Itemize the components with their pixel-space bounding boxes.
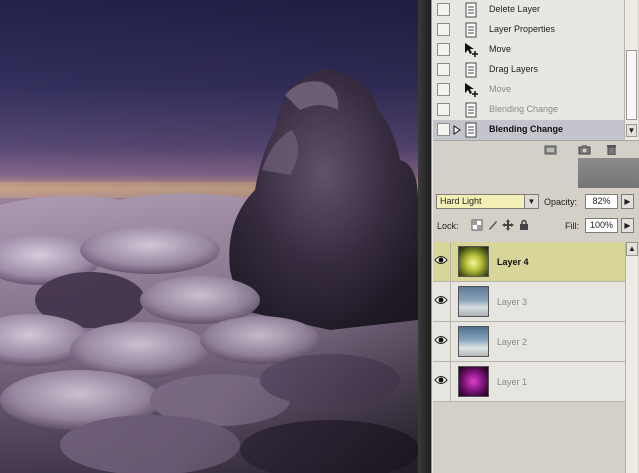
history-item-layer-properties[interactable]: Layer Properties <box>431 20 624 41</box>
layer-thumbnail <box>458 366 489 397</box>
layer-name: Layer 2 <box>497 337 528 347</box>
layer-thumbnail <box>458 246 489 277</box>
history-item-label: Blending Change <box>489 124 563 134</box>
eye-icon <box>434 336 448 344</box>
lock-transparency-icon[interactable] <box>471 219 483 231</box>
opacity-value: 82% <box>592 196 611 206</box>
history-snapshot-checkbox[interactable] <box>437 83 450 96</box>
fill-input[interactable]: 100% <box>585 218 618 233</box>
canvas-edge <box>418 0 431 473</box>
history-scrollbar[interactable]: ▼ <box>624 0 638 140</box>
history-item-drag-layers[interactable]: Drag Layers <box>431 60 624 81</box>
history-item-blending-change[interactable]: Blending Change <box>431 100 624 121</box>
document-icon <box>465 22 477 38</box>
lock-label: Lock: <box>437 221 459 231</box>
history-item-move[interactable]: Move <box>431 40 624 61</box>
history-panel: Delete Layer Layer Properties Move Drag … <box>431 0 639 141</box>
visibility-toggle[interactable] <box>431 322 451 361</box>
layer-row-layer-2[interactable]: Layer 2 <box>431 322 625 362</box>
blend-row: Hard Light ▼ Opacity: 82% ▶ <box>431 190 639 212</box>
layer-row-layer-3[interactable]: Layer 3 <box>431 282 625 322</box>
lock-position-icon[interactable] <box>502 219 514 231</box>
layer-name: Layer 1 <box>497 377 528 387</box>
history-snapshot-checkbox[interactable] <box>437 43 450 56</box>
layer-name: Layer 4 <box>497 257 529 267</box>
history-state-marker-icon <box>453 125 461 135</box>
history-snapshot-checkbox[interactable] <box>437 63 450 76</box>
layer-thumbnail <box>458 286 489 317</box>
opacity-input[interactable]: 82% <box>585 194 618 209</box>
history-item-label: Move <box>489 44 512 54</box>
document-icon <box>465 102 477 118</box>
document-icon <box>465 62 477 78</box>
fill-label: Fill: <box>565 221 579 231</box>
panel-separator-dark <box>578 158 639 188</box>
camera-icon[interactable] <box>578 144 591 155</box>
history-footer <box>431 140 639 159</box>
new-snapshot-icon[interactable] <box>544 144 557 155</box>
eye-icon <box>434 376 448 384</box>
history-item-delete-layer[interactable]: Delete Layer <box>431 0 624 21</box>
document-icon <box>465 2 477 18</box>
move-tool-icon <box>465 43 478 57</box>
layer-row-layer-1[interactable]: Layer 1 <box>431 362 625 402</box>
document-icon <box>465 122 477 138</box>
layers-panel: Hard Light ▼ Opacity: 82% ▶ Lock: Fill: … <box>431 188 639 473</box>
opacity-label: Opacity: <box>544 197 578 207</box>
fill-slider-arrow-icon[interactable]: ▶ <box>621 218 634 233</box>
history-snapshot-checkbox[interactable] <box>437 123 450 136</box>
history-item-move-undone[interactable]: Move <box>431 80 624 101</box>
eye-icon <box>434 256 448 264</box>
history-snapshot-checkbox[interactable] <box>437 103 450 116</box>
history-item-label: Delete Layer <box>489 4 541 14</box>
scroll-down-icon[interactable]: ▼ <box>626 124 637 137</box>
scroll-up-icon[interactable]: ▲ <box>626 242 638 256</box>
fill-value: 100% <box>589 220 614 230</box>
eye-icon <box>434 296 448 304</box>
lock-all-icon[interactable] <box>518 219 530 231</box>
history-snapshot-checkbox[interactable] <box>437 23 450 36</box>
lock-row: Lock: Fill: 100% ▶ <box>431 216 639 236</box>
move-tool-icon <box>465 83 478 97</box>
cloud-photo <box>0 0 418 473</box>
history-scrollbar-thumb[interactable] <box>626 50 637 120</box>
layers-scrollbar[interactable]: ▲ <box>625 242 638 473</box>
history-item-blending-change-current[interactable]: Blending Change <box>431 120 624 141</box>
blend-mode-value: Hard Light <box>440 196 482 206</box>
layer-name: Layer 3 <box>497 297 528 307</box>
layer-row-layer-4[interactable]: Layer 4 <box>431 242 625 282</box>
history-item-label: Move <box>489 84 512 94</box>
history-item-label: Drag Layers <box>489 64 539 74</box>
history-item-label: Layer Properties <box>489 24 556 34</box>
opacity-slider-arrow-icon[interactable]: ▶ <box>621 194 634 209</box>
visibility-toggle[interactable] <box>431 242 451 281</box>
trash-icon[interactable] <box>605 144 618 155</box>
lock-brush-icon[interactable] <box>487 219 499 231</box>
chevron-down-icon[interactable]: ▼ <box>524 195 538 208</box>
history-item-label: Blending Change <box>489 104 559 114</box>
panel-edge <box>431 0 433 473</box>
visibility-toggle[interactable] <box>431 362 451 401</box>
history-snapshot-checkbox[interactable] <box>437 3 450 16</box>
visibility-toggle[interactable] <box>431 282 451 321</box>
document-canvas[interactable] <box>0 0 418 473</box>
layer-thumbnail <box>458 326 489 357</box>
